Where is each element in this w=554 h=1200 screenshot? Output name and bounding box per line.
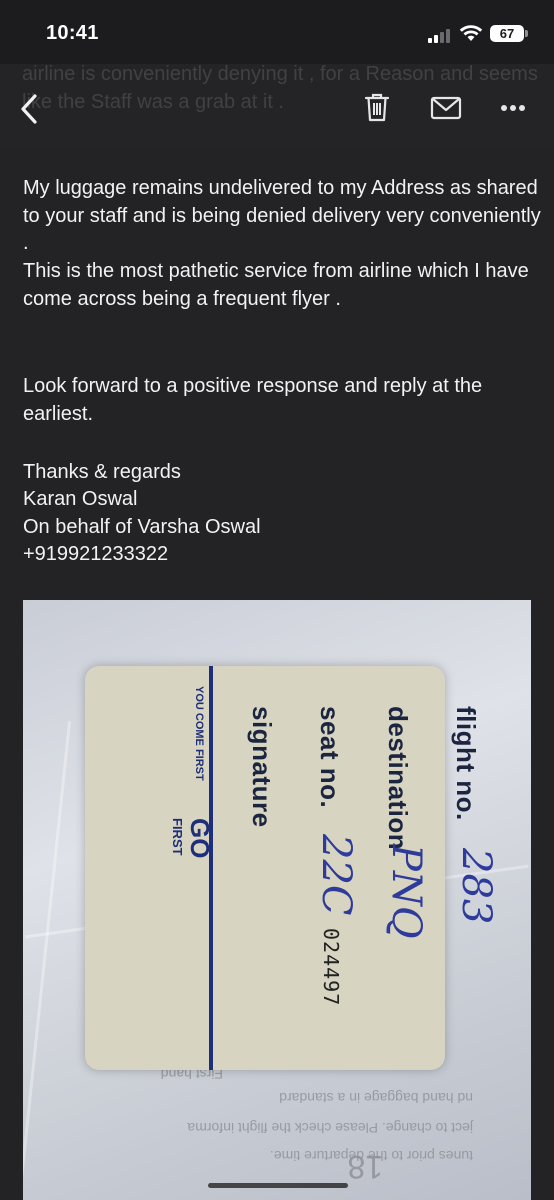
battery-tip bbox=[525, 30, 528, 37]
message-paragraph-3: Look forward to a positive response and … bbox=[23, 375, 483, 425]
back-chevron-icon[interactable] bbox=[20, 94, 38, 124]
more-icon[interactable] bbox=[500, 104, 526, 112]
tag-label-destination: destination bbox=[383, 706, 413, 851]
underlying-print-3: nd hand baggage in a standard bbox=[279, 1090, 473, 1106]
email-toolbar: The luggage contains Gold Ornaments whic… bbox=[0, 64, 554, 148]
baggage-tag-rotated-content: flight no. destination seat no. signatur… bbox=[139, 666, 499, 1070]
sender-name: Karan Oswal bbox=[23, 488, 138, 510]
message-paragraph-2: This is the most pathetic service from a… bbox=[23, 260, 529, 310]
handwritten-flight-number: 283 bbox=[453, 848, 499, 925]
tag-label-flight: flight no. bbox=[451, 706, 481, 821]
scrolled-text-behind-toolbar: The luggage contains Gold Ornaments whic… bbox=[22, 64, 538, 113]
status-time: 10:41 bbox=[46, 22, 99, 44]
home-indicator[interactable] bbox=[208, 1183, 348, 1188]
underlying-print-5: 18 bbox=[347, 1149, 383, 1185]
battery-icon: 67 bbox=[490, 25, 524, 42]
trash-icon[interactable] bbox=[364, 92, 390, 122]
tag-label-seat: seat no. bbox=[315, 706, 345, 809]
tag-serial-number: 024497 bbox=[319, 928, 343, 1007]
phone-number[interactable]: +919921233322 bbox=[23, 541, 543, 569]
handwritten-seat: 22C bbox=[313, 834, 359, 916]
status-bar: 10:41 67 bbox=[0, 0, 554, 64]
sign-off: Thanks & regards bbox=[23, 461, 181, 483]
underlying-print-1: tunes prior to the departure time. bbox=[269, 1148, 473, 1164]
baggage-tag: flight no. destination seat no. signatur… bbox=[85, 666, 499, 1070]
mail-icon[interactable] bbox=[430, 96, 462, 120]
brand-strip: YOU COME FIRST GO FIRST bbox=[170, 666, 215, 1070]
brand-slogan: YOU COME FIRST bbox=[193, 686, 205, 781]
attached-photo[interactable]: tunes prior to the departure time. ject … bbox=[23, 600, 531, 1200]
underlying-print-2: ject to change. Please check the flight … bbox=[187, 1120, 473, 1136]
tag-label-signature: signature bbox=[247, 706, 277, 828]
message-paragraph-1: My luggage remains undelivered to my Add… bbox=[23, 177, 541, 254]
on-behalf-line: On behalf of Varsha Oswal bbox=[23, 516, 261, 538]
wifi-icon bbox=[459, 25, 483, 41]
handwritten-destination: PNQ bbox=[383, 844, 429, 939]
brand-logo-first: FIRST bbox=[170, 818, 185, 856]
signal-icon bbox=[428, 27, 454, 43]
brand-logo-go: GO bbox=[185, 818, 215, 859]
